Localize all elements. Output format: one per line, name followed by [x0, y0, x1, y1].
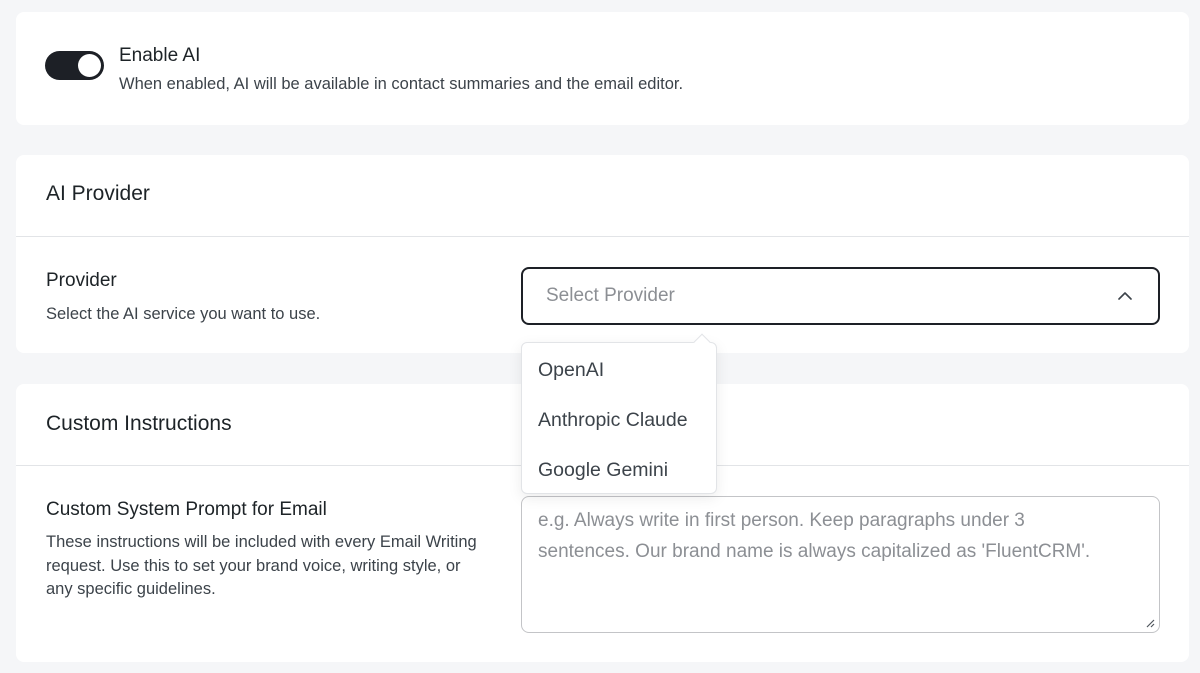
provider-option-openai[interactable]: OpenAI: [522, 346, 716, 394]
settings-page: Enable AI When enabled, AI will be avail…: [0, 0, 1200, 673]
custom-prompt-textarea[interactable]: e.g. Always write in first person. Keep …: [521, 496, 1160, 633]
enable-ai-toggle[interactable]: [45, 51, 104, 80]
enable-ai-description: When enabled, AI will be available in co…: [119, 75, 684, 93]
toggle-knob: [78, 54, 101, 77]
provider-label: Provider: [46, 270, 117, 291]
custom-instructions-header: Custom Instructions: [46, 412, 232, 435]
enable-ai-title: Enable AI: [119, 45, 201, 66]
ai-provider-card: AI Provider Provider Select the AI servi…: [16, 155, 1189, 353]
provider-select[interactable]: Select Provider: [521, 267, 1160, 325]
divider: [16, 236, 1189, 237]
ai-provider-header: AI Provider: [46, 182, 150, 205]
provider-option-gemini[interactable]: Google Gemini: [522, 446, 716, 494]
chevron-up-icon: [1118, 292, 1132, 300]
provider-option-anthropic[interactable]: Anthropic Claude: [522, 396, 716, 444]
provider-select-placeholder: Select Provider: [546, 285, 675, 306]
provider-description: Select the AI service you want to use.: [46, 305, 321, 323]
provider-dropdown-menu: OpenAI Anthropic Claude Google Gemini: [521, 333, 717, 494]
custom-prompt-description: These instructions will be included with…: [46, 533, 477, 598]
custom-prompt-label: Custom System Prompt for Email: [46, 499, 327, 520]
enable-ai-card: Enable AI When enabled, AI will be avail…: [16, 12, 1189, 125]
resize-handle-icon[interactable]: [1145, 618, 1155, 628]
custom-prompt-placeholder: e.g. Always write in first person. Keep …: [538, 510, 1091, 562]
